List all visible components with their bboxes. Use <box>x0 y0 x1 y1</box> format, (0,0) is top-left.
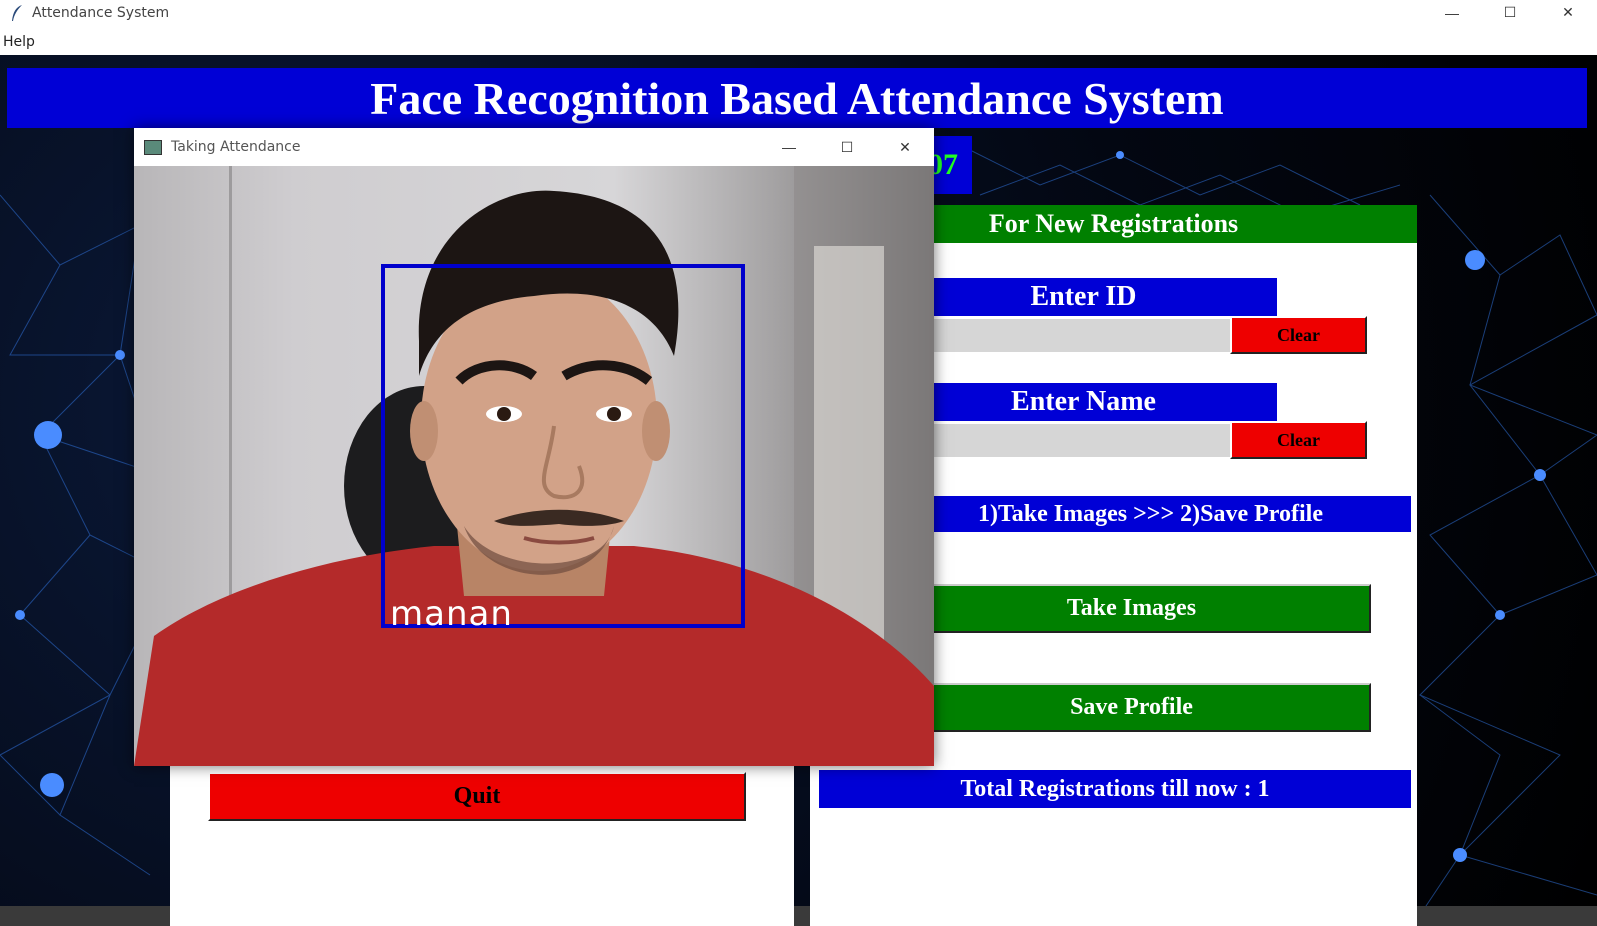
recognized-name-label: manan <box>390 594 513 634</box>
camera-scene <box>134 166 934 766</box>
registration-steps: 1)Take Images >>> 2)Save Profile <box>890 496 1411 532</box>
maximize-button[interactable]: ☐ <box>1481 0 1539 25</box>
take-images-button[interactable]: Take Images <box>892 584 1371 633</box>
popup-title: Taking Attendance <box>171 139 301 155</box>
popup-close-button[interactable]: ✕ <box>876 128 934 166</box>
popup-minimize-button[interactable]: — <box>760 128 818 166</box>
popup-titlebar: Taking Attendance — ☐ ✕ <box>134 128 934 166</box>
minimize-button[interactable]: — <box>1423 0 1481 25</box>
camera-window-icon <box>144 139 162 155</box>
window-titlebar: Attendance System — ☐ ✕ <box>0 0 1597 25</box>
save-profile-button[interactable]: Save Profile <box>892 683 1371 732</box>
enter-name-label: Enter Name <box>890 383 1277 421</box>
total-registrations: Total Registrations till now : 1 <box>819 770 1411 808</box>
clear-name-button[interactable]: Clear <box>1230 421 1367 459</box>
menu-help[interactable]: Help <box>3 34 35 50</box>
camera-feed: manan <box>134 166 934 766</box>
id-input[interactable] <box>890 319 1245 352</box>
enter-id-label: Enter ID <box>890 278 1277 316</box>
feather-icon <box>12 4 22 21</box>
popup-maximize-button[interactable]: ☐ <box>818 128 876 166</box>
clear-id-button[interactable]: Clear <box>1230 316 1367 354</box>
window-title: Attendance System <box>32 4 170 21</box>
name-input[interactable] <box>890 424 1245 457</box>
close-button[interactable]: ✕ <box>1539 0 1597 25</box>
page-title-bar: Face Recognition Based Attendance System <box>7 68 1587 128</box>
menubar: Help <box>0 25 1597 55</box>
attendance-camera-window[interactable]: Taking Attendance — ☐ ✕ manan <box>134 128 934 766</box>
quit-button[interactable]: Quit <box>208 772 746 821</box>
page-title: Face Recognition Based Attendance System <box>370 72 1224 124</box>
